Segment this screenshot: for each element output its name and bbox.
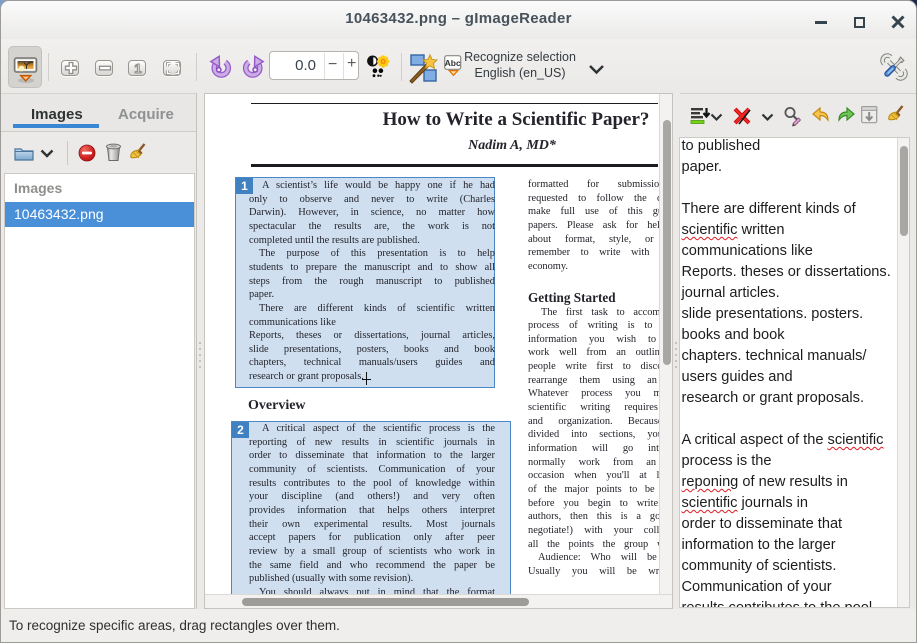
svg-text:1: 1 [134, 61, 141, 76]
